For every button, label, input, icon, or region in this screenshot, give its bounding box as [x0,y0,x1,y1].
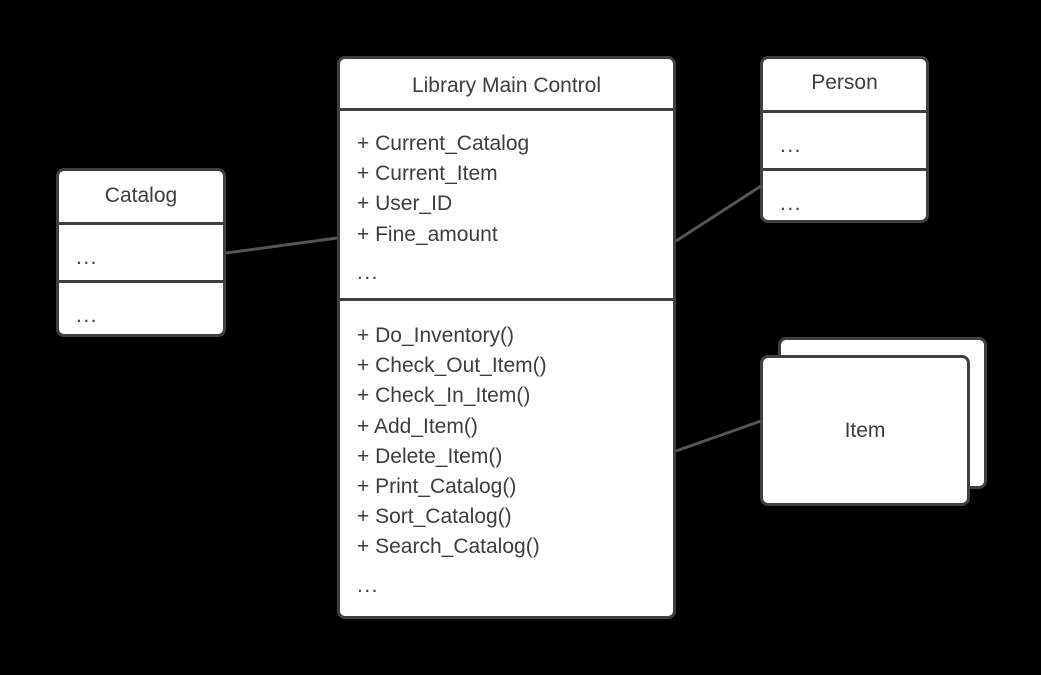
compartment-divider [59,280,223,283]
member-item: + Fine_amount [357,222,498,246]
class-box-catalog[interactable]: Catalog ... ... [56,168,226,337]
association-catalog-main[interactable] [225,236,338,255]
person-methods-placeholder: ... [780,192,803,215]
member-item: + Current_Catalog [357,132,530,155]
person-attributes-placeholder: ... [780,134,803,157]
class-box-person[interactable]: Person ... ... [760,56,929,223]
compartment-divider [340,108,673,111]
member-item: + Check_In_Item() [357,384,531,408]
class-name-item: Item [844,419,886,442]
member-item: + Do_Inventory() [357,324,514,347]
association-main-item[interactable] [675,419,762,453]
member-item: + Current_Item [357,162,498,186]
compartment-divider [763,168,926,171]
catalog-methods-placeholder: ... [76,304,99,327]
member-item: + Check_Out_Item() [357,354,547,378]
compartment-divider [59,222,223,225]
compartment-divider [763,110,926,113]
diagram-canvas: Catalog ... ... Library Main Control + C… [0,0,1041,675]
method-list: + Do_Inventory() + Check_Out_Item() + Chec… [357,321,547,601]
member-item: + Delete_Item() [357,444,503,468]
class-name-catalog: Catalog [104,184,178,207]
catalog-attributes-placeholder: ... [76,246,99,269]
compartment-divider [340,298,673,301]
class-box-library-main-control[interactable]: Library Main Control + Current_Catalog + … [337,56,676,619]
association-main-person[interactable] [675,184,762,243]
member-item: + Search_Catalog() [357,535,540,559]
member-item: ... [357,573,380,597]
member-item: + Sort_Catalog() [357,505,512,529]
class-box-item[interactable]: Item [760,355,970,506]
class-name-person: Person [811,71,878,94]
class-name-library-main-control: Library Main Control [411,74,602,97]
attribute-list: + Current_Catalog + Current_Item + User_ID… [357,129,529,288]
member-item: + User_ID [357,192,453,216]
member-item: + Print_Catalog() [357,475,517,499]
member-item: + Add_Item() [357,414,478,438]
member-item: ... [357,260,380,284]
